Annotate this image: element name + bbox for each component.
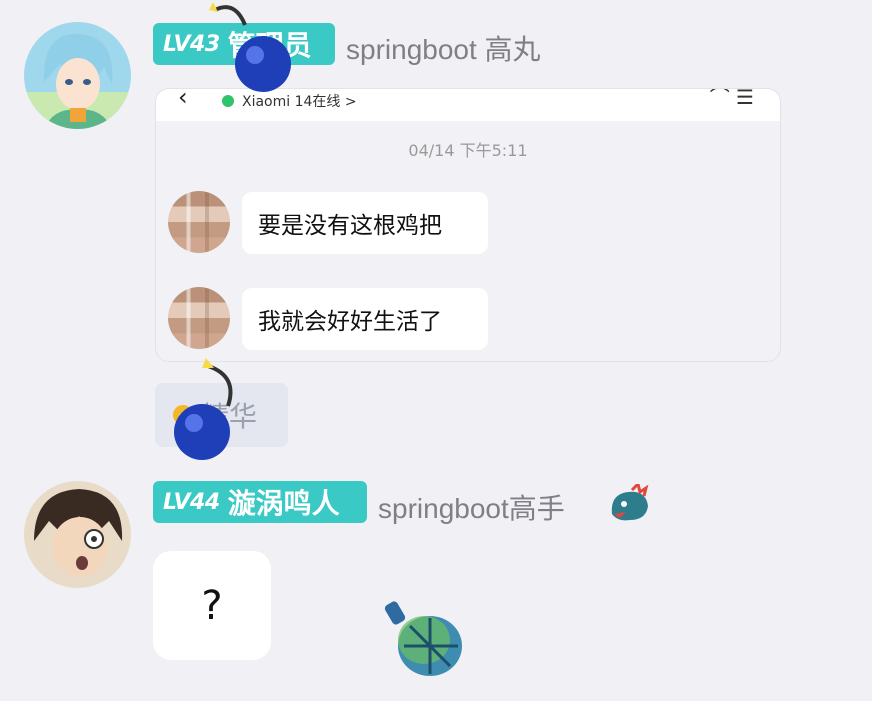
message-bubble[interactable]: ?: [153, 551, 271, 660]
screenshot-bubble-1: 要是没有这根鸡把: [242, 192, 488, 254]
screenshot-bubble-2: 我就会好好生活了: [242, 288, 488, 350]
screenshot-timestamp: 04/14 下午5:11: [408, 141, 528, 160]
user-title: springboot高手: [378, 493, 565, 524]
menu-icon: ⌒ ☰: [709, 88, 754, 109]
username-label: 漩涡鸣人: [227, 487, 340, 520]
pixelated-avatar-icon: [168, 287, 230, 349]
pixelated-avatar-icon: [168, 191, 230, 253]
back-icon: ‹: [178, 88, 188, 111]
grenade-icon: [384, 601, 462, 676]
online-status-icon: [222, 95, 234, 107]
level-label: LV44: [163, 489, 220, 515]
avatar-naruto-image: [24, 481, 131, 588]
avatar-admin[interactable]: [24, 22, 131, 129]
user-title: springboot 高丸: [346, 34, 541, 65]
chat-screenshot-image[interactable]: ‹ Xiaomi 14在线 > ⌒ ☰ 04/14 下午5:11 要是没有这根鸡…: [155, 88, 781, 362]
bomb-icon: [209, 2, 291, 92]
dragon-icon: [611, 484, 649, 521]
avatar-admin-image: [24, 22, 131, 129]
bomb-icon: [174, 358, 233, 460]
avatar-naruto[interactable]: [24, 481, 131, 588]
device-status: Xiaomi 14在线 >: [242, 94, 357, 110]
level-badge: LV44 漩涡鸣人: [153, 481, 367, 523]
